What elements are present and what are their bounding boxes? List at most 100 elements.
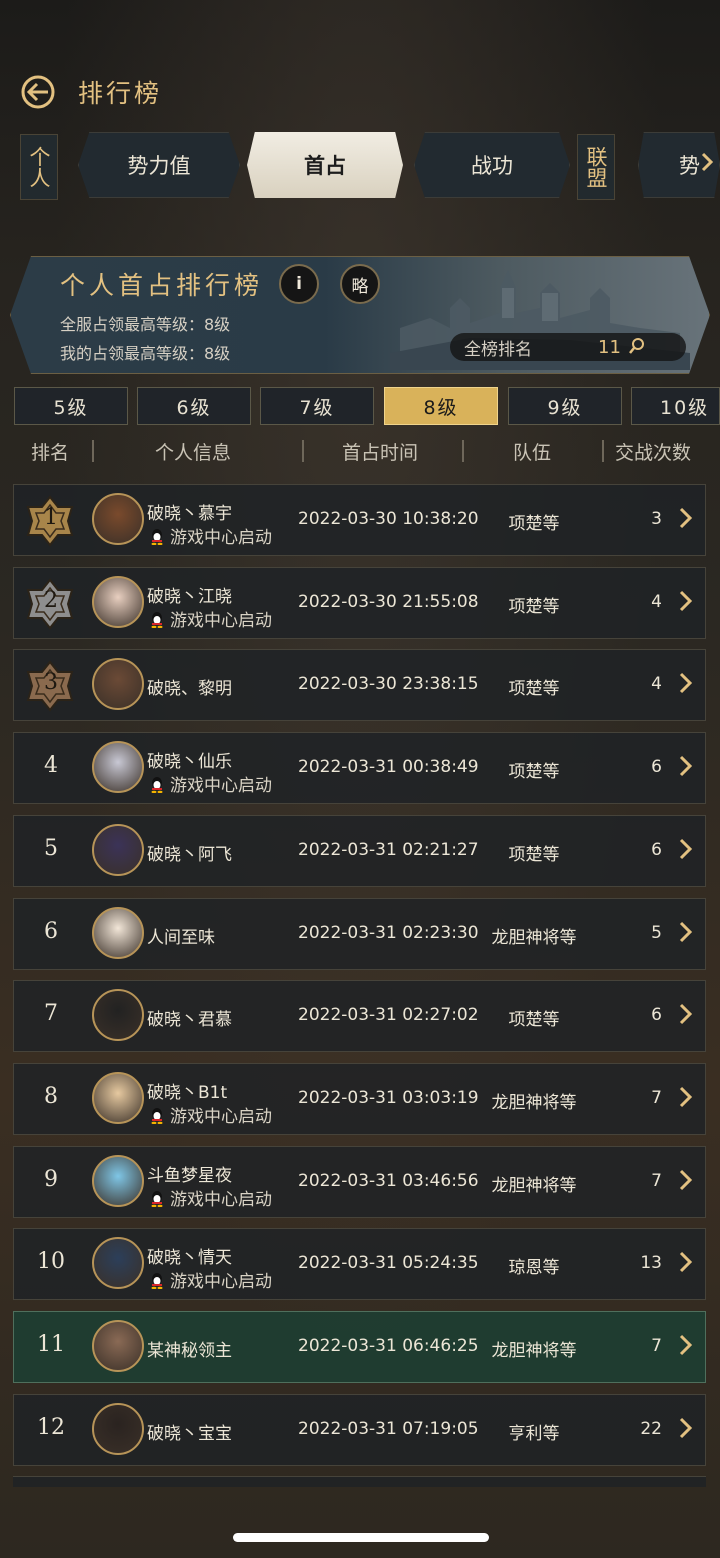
tab-overflow-label: 势	[679, 154, 700, 178]
back-arrow-icon[interactable]	[18, 72, 58, 112]
qq-penguin-icon	[151, 1273, 163, 1290]
avatar[interactable]	[92, 493, 144, 545]
server-max-level: 全服占领最高等级：8级	[60, 315, 231, 334]
brief-button[interactable]: 略	[340, 264, 380, 304]
rank-number: 2	[44, 587, 58, 613]
first-occupy-time: 2022-03-31 06:46:25	[298, 1336, 479, 1356]
tab-first-occupy-label: 首占	[304, 154, 346, 178]
launch-source: 游戏中心启动	[170, 1189, 272, 1210]
chevron-right-icon[interactable]	[678, 919, 694, 945]
player-name: 某神秘领主	[147, 1341, 232, 1361]
col-first-time: 首占时间	[342, 442, 419, 464]
ranking-row[interactable]: 7 破晓丶君慕 2022-03-31 02:27:02 项楚等 6	[13, 980, 706, 1053]
ranking-row[interactable]: 3 破晓、黎明 2022-03-30 23:38:15 项楚等 4	[13, 649, 706, 722]
team-name: 项楚等	[508, 596, 560, 617]
level-tab-label: 7级	[299, 396, 335, 419]
ranking-row[interactable]: 4 破晓丶仙乐 游戏中心启动 2022-03-31 00:38:49 项楚等 6	[13, 732, 706, 805]
avatar[interactable]	[92, 741, 144, 794]
battle-count: 5	[651, 922, 662, 943]
chevron-right-icon[interactable]	[678, 1167, 694, 1193]
ranking-row[interactable]: 12 破晓丶宝宝 2022-03-31 07:19:05 亨利等 22	[13, 1393, 706, 1466]
tab-alliance[interactable]: 联盟	[577, 134, 615, 200]
avatar[interactable]	[92, 906, 144, 959]
avatar[interactable]	[92, 1154, 144, 1207]
avatar[interactable]	[92, 658, 144, 711]
chevron-right-icon[interactable]	[678, 1001, 694, 1027]
ranking-row[interactable]: 10 破晓丶情天 游戏中心启动 2022-03-31 05:24:35 琼恩等 13	[13, 1228, 706, 1301]
first-occupy-time: 2022-03-31 02:23:30	[298, 922, 479, 943]
avatar[interactable]	[92, 1320, 144, 1372]
battle-count: 4	[651, 674, 662, 695]
level-tab-7[interactable]: 7级	[260, 387, 374, 425]
avatar[interactable]	[92, 989, 144, 1042]
team-name: 项楚等	[508, 844, 560, 865]
chevron-right-icon[interactable]	[678, 753, 694, 779]
ranking-row[interactable]: 2 破晓丶江晓 游戏中心启动 2022-03-30 21:55:08 项楚等 4	[13, 566, 706, 639]
level-tab-5[interactable]: 5级	[14, 387, 128, 425]
tab-influence[interactable]: 势力值	[78, 132, 240, 198]
chevron-right-icon[interactable]	[678, 1415, 694, 1441]
team-name: 龙胆神将等	[491, 927, 577, 948]
first-occupy-time: 2022-03-31 00:38:49	[298, 757, 479, 778]
rank-number: 6	[44, 918, 58, 944]
launch-source: 游戏中心启动	[170, 1106, 272, 1127]
rank-number: 7	[44, 1001, 58, 1027]
ranking-row[interactable]: 9 斗鱼梦星夜 游戏中心启动 2022-03-31 03:46:56 龙胆神将等 7	[13, 1145, 706, 1218]
chevron-right-icon[interactable]	[678, 1332, 694, 1358]
team-name: 琼恩等	[508, 1258, 560, 1279]
qq-penguin-icon	[151, 1190, 163, 1207]
tab-personal[interactable]: 个人	[20, 134, 58, 200]
brief-button-label: 略	[351, 276, 369, 297]
battle-count: 7	[651, 1336, 662, 1356]
player-name: 破晓丶情天	[147, 1248, 232, 1269]
team-name: 项楚等	[508, 679, 560, 700]
chevron-right-icon[interactable]	[678, 836, 694, 862]
overall-rank-search[interactable]: 全榜排名 11	[450, 333, 686, 361]
first-occupy-time: 2022-03-31 03:03:19	[298, 1087, 479, 1108]
avatar[interactable]	[92, 823, 144, 876]
first-occupy-time: 2022-03-31 03:46:56	[298, 1170, 479, 1191]
player-name: 破晓丶君慕	[147, 1010, 232, 1031]
tabs-next-icon[interactable]	[700, 152, 714, 172]
team-name: 项楚等	[508, 514, 560, 534]
level-tab-6[interactable]: 6级	[137, 387, 251, 425]
tab-merit[interactable]: 战功	[414, 132, 570, 198]
chevron-right-icon[interactable]	[678, 1084, 694, 1110]
chevron-right-icon[interactable]	[678, 1249, 694, 1275]
avatar[interactable]	[92, 575, 144, 628]
qq-penguin-icon	[151, 777, 163, 794]
first-occupy-time: 2022-03-30 23:38:15	[298, 674, 479, 695]
chevron-right-icon[interactable]	[678, 670, 694, 696]
ranking-row[interactable]: 1 破晓丶慕宇 游戏中心启动 2022-03-30 10:38:20 项楚等 3	[13, 484, 706, 556]
first-occupy-time: 2022-03-31 05:24:35	[298, 1253, 479, 1274]
level-tab-8[interactable]: 8级	[384, 387, 498, 425]
chevron-right-icon[interactable]	[678, 505, 694, 531]
col-personal-info: 个人信息	[155, 442, 232, 464]
level-tab-label: 10级	[660, 396, 710, 419]
rank-number: 9	[44, 1166, 58, 1192]
rank-number: 8	[44, 1083, 58, 1109]
col-divider	[462, 440, 464, 462]
team-name: 龙胆神将等	[491, 1341, 577, 1361]
level-tab-10[interactable]: 10级	[631, 387, 720, 425]
tab-first-occupy[interactable]: 首占	[247, 132, 403, 198]
home-indicator[interactable]	[233, 1533, 489, 1542]
chevron-right-icon[interactable]	[678, 588, 694, 614]
ranking-row[interactable]: 6 人间至味 2022-03-31 02:23:30 龙胆神将等 5	[13, 897, 706, 970]
avatar[interactable]	[92, 1237, 144, 1290]
avatar[interactable]	[92, 1071, 144, 1124]
ranking-row[interactable]: 11 某神秘领主 2022-03-31 06:46:25 龙胆神将等 7	[13, 1311, 706, 1383]
battle-count: 7	[651, 1170, 662, 1191]
level-tab-9[interactable]: 9级	[508, 387, 622, 425]
ranking-row[interactable]: 5 破晓丶阿飞 2022-03-31 02:21:27 项楚等 6	[13, 814, 706, 887]
col-team: 队伍	[513, 442, 552, 464]
rank-number: 1	[44, 505, 58, 530]
rank-number: 12	[37, 1414, 65, 1440]
team-name: 亨利等	[508, 1423, 560, 1444]
qq-penguin-icon	[151, 529, 163, 545]
col-divider	[602, 440, 604, 462]
info-button[interactable]: i	[279, 264, 319, 304]
ranking-row[interactable]: 8 破晓丶B1t 游戏中心启动 2022-03-31 03:03:19 龙胆神将等 7	[13, 1062, 706, 1135]
avatar[interactable]	[92, 1402, 144, 1455]
battle-count: 6	[651, 839, 662, 860]
